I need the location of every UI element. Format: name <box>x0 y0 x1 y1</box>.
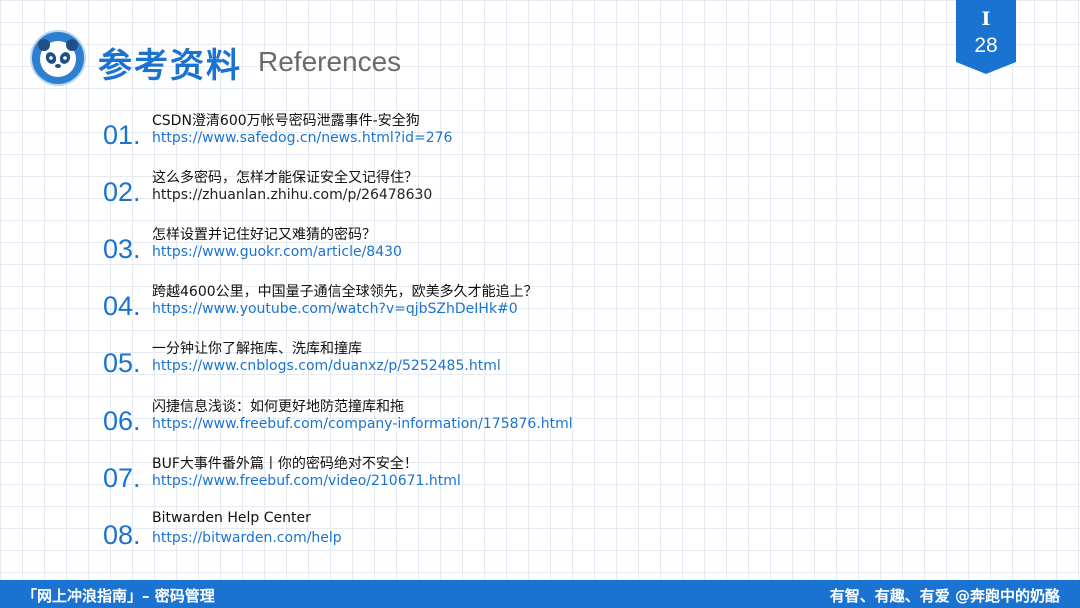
footer-tagline: 有智、有趣、有爱 @奔跑中的奶酪 <box>829 587 1060 605</box>
reference-link[interactable]: https://www.freebuf.com/company-informat… <box>152 416 573 432</box>
reference-item: 02. 这么多密码，怎样才能保证安全又记得住？ https://zhuanlan… <box>0 170 700 225</box>
reference-item: 07. BUF大事件番外篇丨你的密码绝对不安全！ https://www.fre… <box>0 456 700 511</box>
reference-item: 06. 闪捷信息浅谈：如何更好地防范撞库和拖 https://www.freeb… <box>0 399 700 454</box>
reference-number: 03. <box>103 234 141 264</box>
reference-item: 05. 一分钟让你了解拖库、洗库和撞库 https://www.cnblogs.… <box>0 341 700 396</box>
reference-link[interactable]: https://www.safedog.cn/news.html?id=276 <box>152 130 452 146</box>
reference-link[interactable]: https://zhuanlan.zhihu.com/p/26478630 <box>152 187 432 203</box>
reference-title: 怎样设置并记住好记又难猜的密码？ <box>152 227 376 243</box>
reference-link[interactable]: https://www.guokr.com/article/8430 <box>152 244 402 260</box>
page-number: 28 <box>974 34 998 57</box>
reference-title: 一分钟让你了解拖库、洗库和撞库 <box>152 341 362 357</box>
reference-number: 02. <box>103 177 141 207</box>
reference-number: 07. <box>103 463 141 493</box>
reference-title: 闪捷信息浅谈：如何更好地防范撞库和拖 <box>152 399 404 415</box>
reference-link[interactable]: https://bitwarden.com/help <box>152 530 342 546</box>
reference-title: Bitwarden Help Center <box>152 510 311 526</box>
reference-item: 03. 怎样设置并记住好记又难猜的密码？ https://www.guokr.c… <box>0 227 700 282</box>
reference-number: 06. <box>103 406 141 436</box>
reference-number: 01. <box>103 120 141 150</box>
reference-title: 跨越4600公里，中国量子通信全球领先，欧美多久才能追上？ <box>152 284 538 300</box>
panda-icon <box>38 39 78 77</box>
reference-title: BUF大事件番外篇丨你的密码绝对不安全！ <box>152 456 418 472</box>
reference-title: CSDN澄清600万帐号密码泄露事件-安全狗 <box>152 113 420 129</box>
reference-link[interactable]: https://www.youtube.com/watch?v=qjbSZhDe… <box>152 301 518 317</box>
reference-link[interactable]: https://www.freebuf.com/video/210671.htm… <box>152 473 461 489</box>
reference-number: 04. <box>103 291 141 321</box>
reference-number: 05. <box>103 348 141 378</box>
page-label: I <box>981 8 991 30</box>
reference-number: 08. <box>103 520 141 550</box>
reference-link[interactable]: https://www.cnblogs.com/duanxz/p/5252485… <box>152 358 501 374</box>
page-title: 参考资料 <box>98 46 242 86</box>
reference-item: 04. 跨越4600公里，中国量子通信全球领先，欧美多久才能追上？ https:… <box>0 284 700 339</box>
footer-bar: 「网上冲浪指南」– 密码管理 有智、有趣、有爱 @奔跑中的奶酪 <box>0 580 1080 608</box>
reference-item: 08. Bitwarden Help Center https://bitwar… <box>0 510 700 568</box>
panda-logo <box>30 30 86 86</box>
page-subtitle: References <box>258 46 402 77</box>
reference-title: 这么多密码，怎样才能保证安全又记得住？ <box>152 170 418 186</box>
page-number-badge: I 28 <box>956 0 1016 74</box>
reference-item: 01. CSDN澄清600万帐号密码泄露事件-安全狗 https://www.s… <box>0 113 700 168</box>
footer-series-title: 「网上冲浪指南」– 密码管理 <box>22 587 215 605</box>
